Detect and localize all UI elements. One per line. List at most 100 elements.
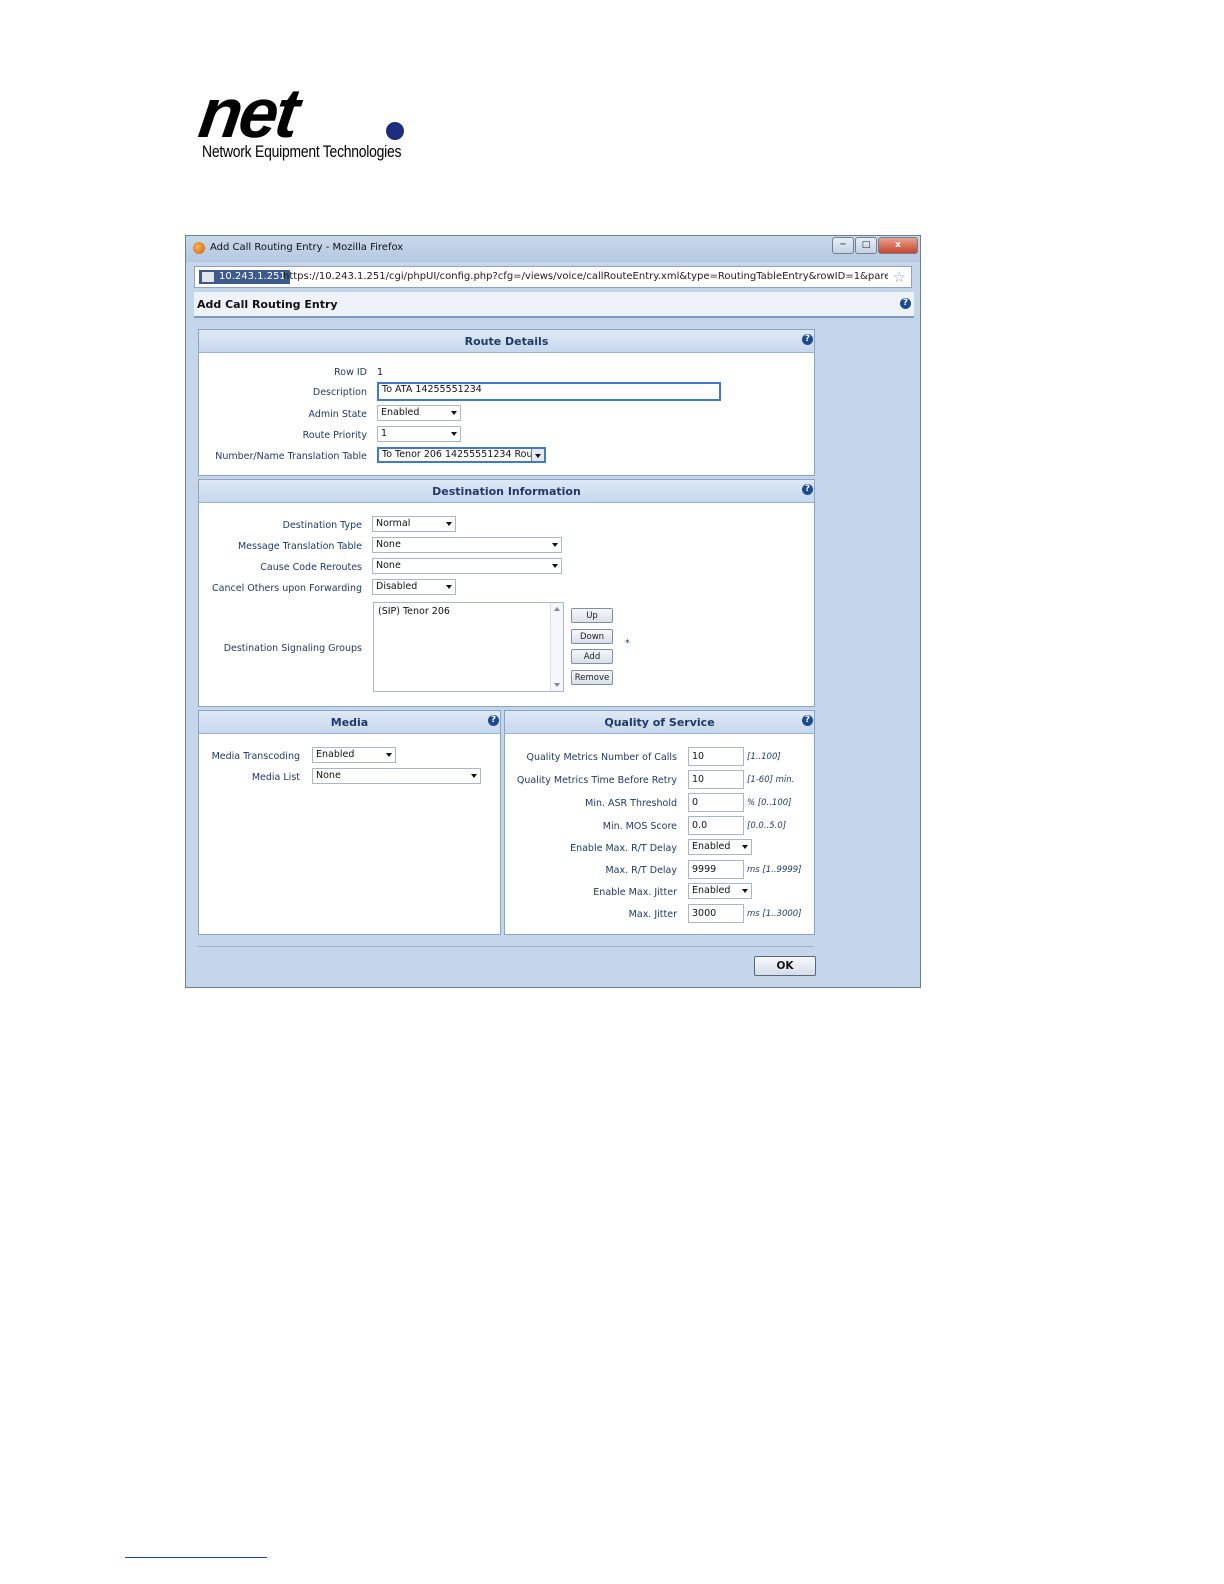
down-button[interactable]: Down [571,629,613,644]
media-list-value: None [316,770,341,781]
destination-type-value: Normal [376,518,411,529]
media-panel: Media ? Media Transcoding Enabled Media … [198,710,501,935]
enable-rt-delay-value: Enabled [692,841,731,852]
chevron-down-icon [742,845,748,849]
enable-jitter-value: Enabled [692,885,731,896]
dropdown-button[interactable] [531,449,544,461]
cause-code-select[interactable]: None [372,558,562,574]
bookmark-star-icon[interactable]: ☆ [893,268,906,286]
minimize-button[interactable]: ─ [832,237,854,254]
message-translation-label: Message Translation Table [237,541,362,552]
route-priority-select[interactable]: 1 [377,426,461,442]
help-icon[interactable]: ? [802,334,813,345]
window-title: Add Call Routing Entry - Mozilla Firefox [210,242,404,253]
list-item[interactable]: (SIP) Tenor 206 [378,606,450,617]
scroll-down-icon[interactable] [554,683,560,687]
signaling-groups-label: Destination Signaling Groups [223,643,362,654]
scrollbar[interactable] [550,603,563,691]
chevron-down-icon [446,522,452,526]
url-bar[interactable]: 10.243.1.251 https://10.243.1.251/cgi/ph… [194,266,912,288]
qos-panel: Quality of Service ? Quality Metrics Num… [504,710,815,935]
scroll-up-icon[interactable] [554,607,560,611]
panel-header: Quality of Service ? [505,711,814,734]
cancel-others-select[interactable]: Disabled [372,579,456,595]
site-lock-icon [202,272,214,282]
media-transcoding-select[interactable]: Enabled [312,747,396,763]
description-input[interactable]: To ATA 14255551234 [377,382,721,401]
help-icon[interactable]: ? [900,298,911,309]
panel-header: Route Details ? [199,330,814,353]
signaling-groups-listbox[interactable]: (SIP) Tenor 206 [373,602,564,692]
remove-button[interactable]: Remove [571,670,613,685]
qos-calls-input[interactable]: 10 [688,747,744,766]
logo-wordmark: net [194,74,302,152]
translation-table-select[interactable]: To Tenor 206 14255551234 Routi [377,447,546,463]
panel-header: Media ? [199,711,500,734]
route-priority-label: Route Priority [302,430,367,441]
cancel-others-label: Cancel Others upon Forwarding [212,583,362,594]
panel-title: Route Details [464,335,549,348]
add-button[interactable]: Add [571,649,613,664]
logo-subtitle: Network Equipment Technologies [202,142,402,161]
qos-retry-input[interactable]: 10 [688,770,744,789]
required-asterisk: * [625,638,630,649]
destination-type-label: Destination Type [282,520,362,531]
maximize-button[interactable]: □ [855,237,877,254]
message-translation-value: None [376,539,401,550]
help-icon[interactable]: ? [488,715,499,726]
rt-delay-input[interactable]: 9999 [688,860,744,879]
admin-state-value: Enabled [381,407,420,418]
panel-title: Destination Information [432,485,581,498]
media-list-label: Media List [251,772,300,783]
max-jitter-input[interactable]: 3000 [688,904,744,923]
footnote-divider [125,1557,267,1558]
dialog-content: Add Call Routing Entry ? Route Details ?… [194,292,914,982]
help-icon[interactable]: ? [802,715,813,726]
site-identity-badge[interactable]: 10.243.1.251 [199,270,290,284]
cause-code-value: None [376,560,401,571]
qos-retry-range: [1-60] min. [747,775,795,785]
panel-title: Media [330,716,369,729]
enable-jitter-select[interactable]: Enabled [688,883,752,899]
company-logo: net Network Equipment Technologies [195,74,420,166]
cancel-others-value: Disabled [376,581,418,592]
site-identity-text: 10.243.1.251 [219,271,286,282]
mos-score-range: [0.0..5.0] [747,821,787,831]
route-details-panel: Route Details ? Row ID 1 Description To … [198,329,815,476]
media-list-select[interactable]: None [312,768,481,784]
chevron-down-icon [451,432,457,436]
destination-panel: Destination Information ? Destination Ty… [198,479,815,707]
up-button[interactable]: Up [571,608,613,623]
help-icon[interactable]: ? [802,484,813,495]
title-bar: Add Call Routing Entry - Mozilla Firefox… [186,236,920,262]
admin-state-label: Admin State [308,409,367,420]
row-id-label: Row ID [334,367,367,378]
route-priority-value: 1 [381,428,388,439]
media-transcoding-value: Enabled [316,749,355,760]
rt-delay-range: ms [1..9999] [747,865,802,875]
chevron-down-icon [552,543,558,547]
page-title: Add Call Routing Entry [197,298,338,311]
panel-title: Quality of Service [604,716,715,729]
chevron-down-icon [742,889,748,893]
description-label: Description [312,387,367,398]
chevron-down-icon [552,564,558,568]
close-button[interactable]: x [878,237,918,254]
enable-rt-delay-label: Enable Max. R/T Delay [570,843,677,854]
admin-state-select[interactable]: Enabled [377,405,461,421]
url-text[interactable]: https://10.243.1.251/cgi/phpUI/config.ph… [283,271,888,282]
asr-threshold-input[interactable]: 0 [688,793,744,812]
qos-calls-range: [1..100] [747,752,781,762]
enable-rt-delay-select[interactable]: Enabled [688,839,752,855]
message-translation-select[interactable]: None [372,537,562,553]
translation-table-label: Number/Name Translation Table [215,451,367,462]
mos-score-input[interactable]: 0.0 [688,816,744,835]
chevron-down-icon [446,585,452,589]
rt-delay-label: Max. R/T Delay [605,865,677,876]
page-header: Add Call Routing Entry ? [194,292,914,318]
ok-button[interactable]: OK [754,956,816,976]
qos-retry-label: Quality Metrics Time Before Retry [516,775,677,786]
destination-type-select[interactable]: Normal [372,516,456,532]
qos-calls-label: Quality Metrics Number of Calls [526,752,677,763]
firefox-icon [193,242,205,254]
